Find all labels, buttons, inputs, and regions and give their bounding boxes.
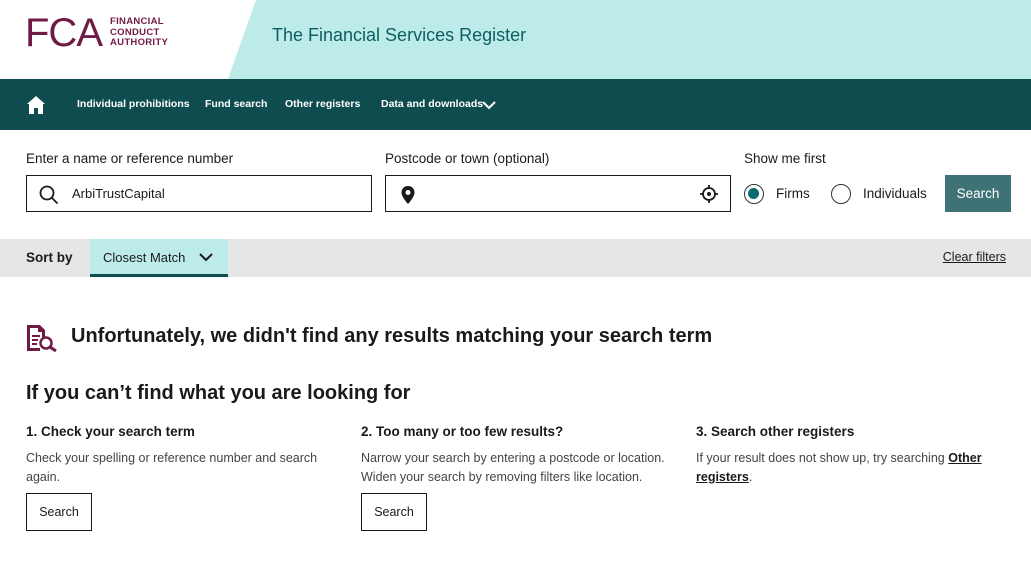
help-column-check-term: 1. Check your search term Check your spe… [26,424,346,487]
help-text-after: . [748,470,753,484]
nav-item-data-and-downloads[interactable]: Data and downloads [381,98,483,110]
postcode-input[interactable] [385,175,731,212]
help-column-title: 2. Too many or too few results? [361,424,564,439]
no-results-message: Unfortunately, we didn't find any result… [71,325,713,347]
nav-item-individual-prohibitions[interactable]: Individual prohibitions [77,98,190,110]
location-pin-icon [401,186,415,204]
help-column-title: 3. Search other registers [696,424,855,439]
chevron-down-icon [199,253,213,262]
help-column-results-count: 2. Too many or too few results? Narrow y… [361,424,681,487]
help-column-title: 1. Check your search term [26,424,195,439]
help-column-text: Narrow your search by entering a postcod… [361,451,665,484]
chevron-down-icon[interactable] [481,99,497,111]
check-term-search-button[interactable]: Search [26,493,92,531]
home-icon[interactable] [26,95,46,115]
name-input-value: ArbiTrustCapital [72,186,165,201]
site-title[interactable]: The Financial Services Register [272,25,526,46]
firms-radio[interactable] [744,184,764,204]
help-text-before: If your result does not show up, try sea… [696,451,949,465]
clear-filters-link[interactable]: Clear filters [943,250,1006,264]
help-section-title: If you can’t find what you are looking f… [26,382,411,404]
firms-radio-label[interactable]: Firms [776,186,810,201]
nav-item-fund-search[interactable]: Fund search [205,98,267,110]
search-icon [39,185,59,205]
results-count-search-button[interactable]: Search [361,493,427,531]
nav-item-other-registers[interactable]: Other registers [285,98,360,110]
sort-value: Closest Match [103,250,186,265]
show-first-label: Show me first [744,151,826,166]
logo-text: FINANCIAL CONDUCT AUTHORITY [110,17,168,49]
locate-me-icon[interactable] [700,185,718,203]
individuals-radio-label[interactable]: Individuals [863,186,927,201]
help-column-other-registers: 3. Search other registers If your result… [696,424,1016,487]
sort-select[interactable]: Closest Match [90,239,228,277]
name-search-input[interactable]: ArbiTrustCapital [26,175,372,212]
search-button[interactable]: Search [945,175,1011,212]
sort-label: Sort by [26,250,73,265]
help-column-text: Check your spelling or reference number … [26,451,318,484]
logo-line: AUTHORITY [110,37,169,49]
sort-bar: Sort by Closest Match Clear filters [0,239,1031,277]
help-column-text: If your result does not show up, try sea… [696,449,996,487]
document-search-icon [27,325,57,352]
site-header: FCA FINANCIAL CONDUCT AUTHORITY The Fina… [0,0,1031,79]
fca-logo[interactable]: FCA FINANCIAL CONDUCT AUTHORITY [25,13,168,53]
logo-mark: FCA [25,11,103,55]
postcode-label: Postcode or town (optional) [385,151,550,166]
name-label: Enter a name or reference number [26,151,234,166]
main-nav: Individual prohibitions Fund search Othe… [0,79,1031,130]
individuals-radio[interactable] [831,184,851,204]
